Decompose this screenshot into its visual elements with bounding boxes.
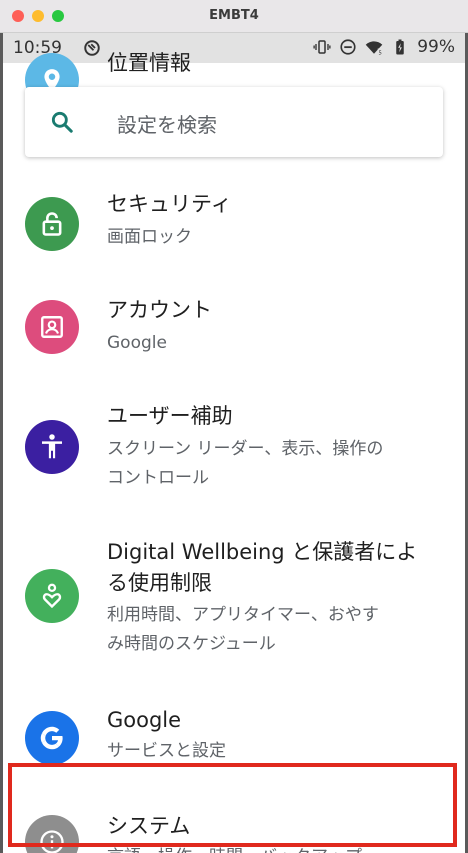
settings-item-title: アカウント: [107, 298, 212, 322]
settings-item-accounts[interactable]: アカウント Google: [3, 277, 465, 377]
wellbeing-heart-person-icon: [25, 569, 79, 623]
google-g-icon: [25, 711, 79, 765]
settings-item-security[interactable]: セキュリティ 画面ロック: [3, 173, 465, 273]
window-title: EMBT4: [209, 8, 259, 23]
account-box-icon: [25, 300, 79, 354]
settings-item-accessibility[interactable]: ユーザー補助 スクリーン リーダー、表示、操作の コントロール: [3, 383, 465, 513]
settings-item-subtitle: スクリーン リーダー、表示、操作の コントロール: [107, 439, 384, 488]
window-titlebar: EMBT4: [0, 0, 468, 33]
settings-item-title: セキュリティ: [107, 192, 232, 216]
settings-item-subtitle: Google: [107, 333, 167, 353]
settings-item-title: ユーザー補助: [107, 404, 233, 428]
settings-item-title: Digital Wellbeing と保護者によ る使用制限: [107, 540, 418, 595]
settings-item-digital-wellbeing[interactable]: Digital Wellbeing と保護者によ る使用制限 利用時間、アプリタ…: [3, 533, 465, 703]
search-icon: [51, 111, 73, 133]
settings-item-subtitle: 画面ロック: [107, 227, 192, 247]
settings-item-title: 位置情報: [107, 51, 191, 75]
unlocked-padlock-icon: [25, 197, 79, 251]
settings-item-subtitle: サービスと設定: [107, 741, 226, 761]
settings-item-title: Google: [107, 708, 182, 732]
accessibility-person-icon: [25, 420, 79, 474]
selection-highlight-box: [8, 763, 457, 847]
android-screen: 10:59 5 99% 位置情報 セキュリティ 画面ロック アカウント Goog…: [3, 33, 465, 853]
settings-item-subtitle: 利用時間、アプリタイマー、おやす み時間のスケジュール: [107, 605, 379, 654]
search-bar[interactable]: 設定を検索: [25, 87, 443, 157]
search-placeholder: 設定を検索: [117, 113, 217, 137]
